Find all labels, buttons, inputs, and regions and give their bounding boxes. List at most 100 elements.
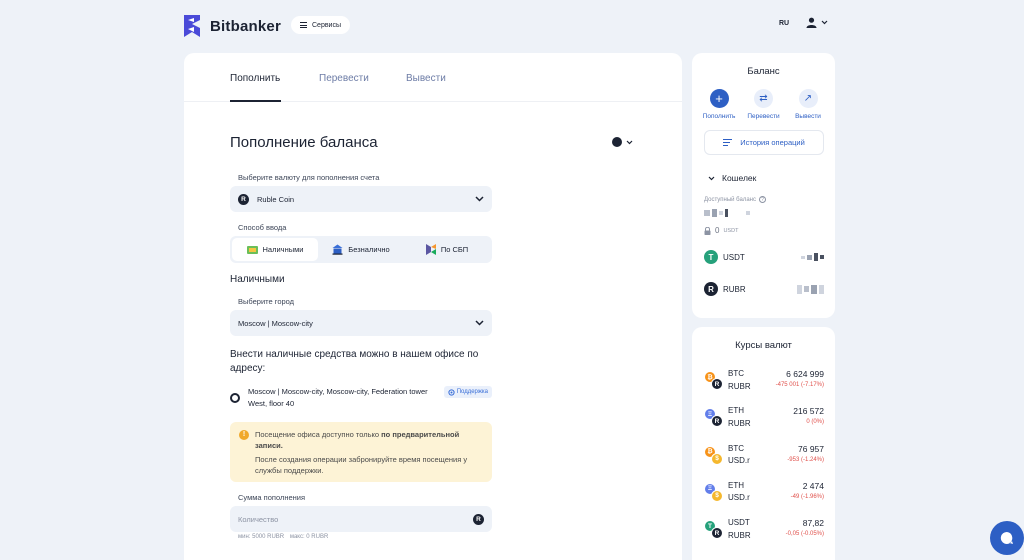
wallet-toggle[interactable]: Кошелек: [708, 173, 756, 183]
balance-panel: Баланс + Пополнить ⇄ Перевести ↗ Вывести…: [692, 53, 835, 318]
list-icon: [723, 139, 733, 146]
wallet-usdt[interactable]: T USDT: [704, 250, 824, 264]
rubr-icon: R: [704, 282, 718, 296]
language-switch[interactable]: RU: [779, 20, 789, 27]
tab-transfer[interactable]: Перевести: [319, 73, 369, 84]
currency-label: Выберите валюту для пополнения счета: [238, 173, 380, 182]
rate-row[interactable]: Ξ R ETH RUBR 216 572 0 (0%): [704, 405, 824, 431]
history-label: История операций: [740, 138, 805, 147]
menu-icon: [300, 22, 307, 28]
wallet-label: Кошелек: [722, 173, 757, 183]
chevron-down-icon: [626, 140, 633, 144]
notice-line-1: Посещение офиса доступно только по предв…: [255, 430, 460, 450]
base-currency: ETH: [728, 406, 744, 416]
arrow-up-right-icon: ↗: [798, 89, 818, 108]
pair-names: USDT RUBR: [728, 517, 751, 542]
support-link[interactable]: Поддержка: [443, 386, 492, 398]
quote-coin-icon: R: [711, 527, 723, 540]
address-radio[interactable]: [230, 393, 240, 403]
active-tab-indicator: [230, 100, 281, 102]
brand-logo[interactable]: Bitbanker: [182, 14, 281, 38]
network-selector[interactable]: [612, 137, 633, 147]
rate-row[interactable]: ₿ $ BTC USD.r 76 957 -953 (-1.24%): [704, 443, 824, 469]
method-cash[interactable]: Наличными: [232, 238, 318, 261]
brand-name: Bitbanker: [210, 17, 281, 35]
rate-row[interactable]: Ξ $ ETH USD.r 2 474 -49 (-1.96%): [704, 480, 824, 506]
city-select[interactable]: Moscow | Moscow-city: [230, 310, 492, 336]
rate-change: -49 (-1.96%): [790, 493, 824, 500]
chat-button[interactable]: [990, 521, 1024, 555]
quote-coin-icon: $: [711, 489, 723, 502]
max-limit: макс: 0 RUBR: [289, 534, 329, 540]
currency-pair-icon: ₿ $: [704, 445, 724, 466]
ruble-coin-icon: R: [238, 193, 249, 205]
amount-label: Сумма пополнения: [238, 493, 306, 502]
quote-coin-icon: R: [711, 415, 723, 428]
rate-change: -0,05 (-0.05%): [785, 531, 824, 538]
base-currency: USDT: [728, 518, 750, 528]
rate-change: 0 (0%): [806, 419, 824, 426]
tab-deposit[interactable]: Пополнить: [230, 73, 280, 84]
withdraw-action[interactable]: ↗ Вывести: [789, 89, 827, 120]
rate-price: 216 572: [793, 406, 824, 417]
chevron-down-icon: [475, 320, 484, 326]
pair-names: BTC RUBR: [728, 368, 751, 393]
currency-pair-icon: ₿ R: [704, 371, 724, 391]
quote-currency: RUBR: [728, 418, 751, 428]
amount-limits: мин: 5000 RUBR макс: 0 RUBR: [238, 534, 328, 540]
history-button[interactable]: История операций: [704, 130, 824, 155]
wallet-rubr[interactable]: R RUBR: [704, 282, 824, 296]
min-limit: мин: 5000 RUBR: [238, 534, 285, 540]
cash-icon: [246, 245, 258, 254]
office-address-option[interactable]: Moscow | Moscow-city, Moscow-city, Feder…: [230, 386, 492, 410]
transfer-icon: ⇄: [754, 89, 773, 108]
bitbanker-logo-icon: [184, 15, 200, 37]
rate-change: -953 (-1.24%): [787, 456, 824, 463]
quote-currency: RUBR: [728, 530, 751, 540]
chat-icon: [1000, 531, 1013, 544]
pair-names: ETH RUBR: [728, 405, 751, 430]
quote-currency: USD.r: [728, 493, 750, 503]
quote-coin-icon: $: [711, 452, 723, 465]
transfer-action[interactable]: ⇄ Перевести: [745, 89, 783, 120]
base-currency: ETH: [728, 480, 744, 490]
notice-line-2: После создания операции забронируйте вре…: [255, 455, 468, 475]
currency-select[interactable]: R Ruble Coin: [230, 186, 492, 212]
city-label: Выберите город: [238, 297, 295, 306]
currency-value: Ruble Coin: [257, 194, 295, 204]
rate-price: 2 474: [802, 480, 824, 491]
help-icon[interactable]: ?: [758, 196, 766, 203]
usdt-icon: T: [704, 250, 718, 264]
rate-price: 87,82: [802, 518, 824, 529]
plus-icon: +: [709, 89, 729, 108]
operation-tabs: Пополнить Перевести Вывести: [184, 53, 682, 102]
deposit-panel: Пополнить Перевести Вывести Пополнение б…: [184, 53, 682, 560]
rate-row[interactable]: ₿ R BTC RUBR 6 624 999 -475 001 (-7.17%): [704, 368, 824, 394]
currency-pair-icon: Ξ $: [704, 482, 724, 503]
page-title: Пополнение баланса: [230, 134, 378, 151]
base-currency: BTC: [728, 369, 744, 378]
chevron-down-icon: [821, 20, 828, 25]
method-cash-label: Наличными: [262, 245, 304, 254]
method-sbp[interactable]: По СБП: [404, 238, 490, 261]
rate-row[interactable]: T R USDT RUBR 87,82 -0,05 (-0.05%): [704, 517, 824, 543]
amount-input[interactable]: Количество R: [230, 506, 492, 532]
services-label: Сервисы: [312, 21, 342, 29]
quote-currency: RUBR: [728, 381, 751, 391]
services-button[interactable]: Сервисы: [291, 16, 351, 34]
pair-names: BTC USD.r: [728, 443, 750, 468]
payment-method-switch: Наличными Безналично По СБП: [230, 236, 492, 263]
asset-name: USDT: [723, 252, 745, 262]
tab-withdraw[interactable]: Вывести: [406, 73, 446, 84]
user-menu[interactable]: [806, 17, 828, 28]
transfer-action-label: Перевести: [747, 113, 780, 120]
method-bank-transfer[interactable]: Безналично: [318, 238, 404, 261]
user-icon: [806, 17, 817, 28]
pair-values: 216 572 0 (0%): [793, 405, 824, 427]
method-label: Способ ввода: [238, 223, 287, 232]
cash-heading: Наличными: [230, 274, 285, 285]
deposit-action[interactable]: + Пополнить: [700, 89, 738, 120]
appointment-notice: ! Посещение офиса доступно только по пре…: [230, 422, 492, 482]
bank-icon: [332, 244, 343, 255]
rate-change: -475 001 (-7.17%): [775, 382, 824, 388]
